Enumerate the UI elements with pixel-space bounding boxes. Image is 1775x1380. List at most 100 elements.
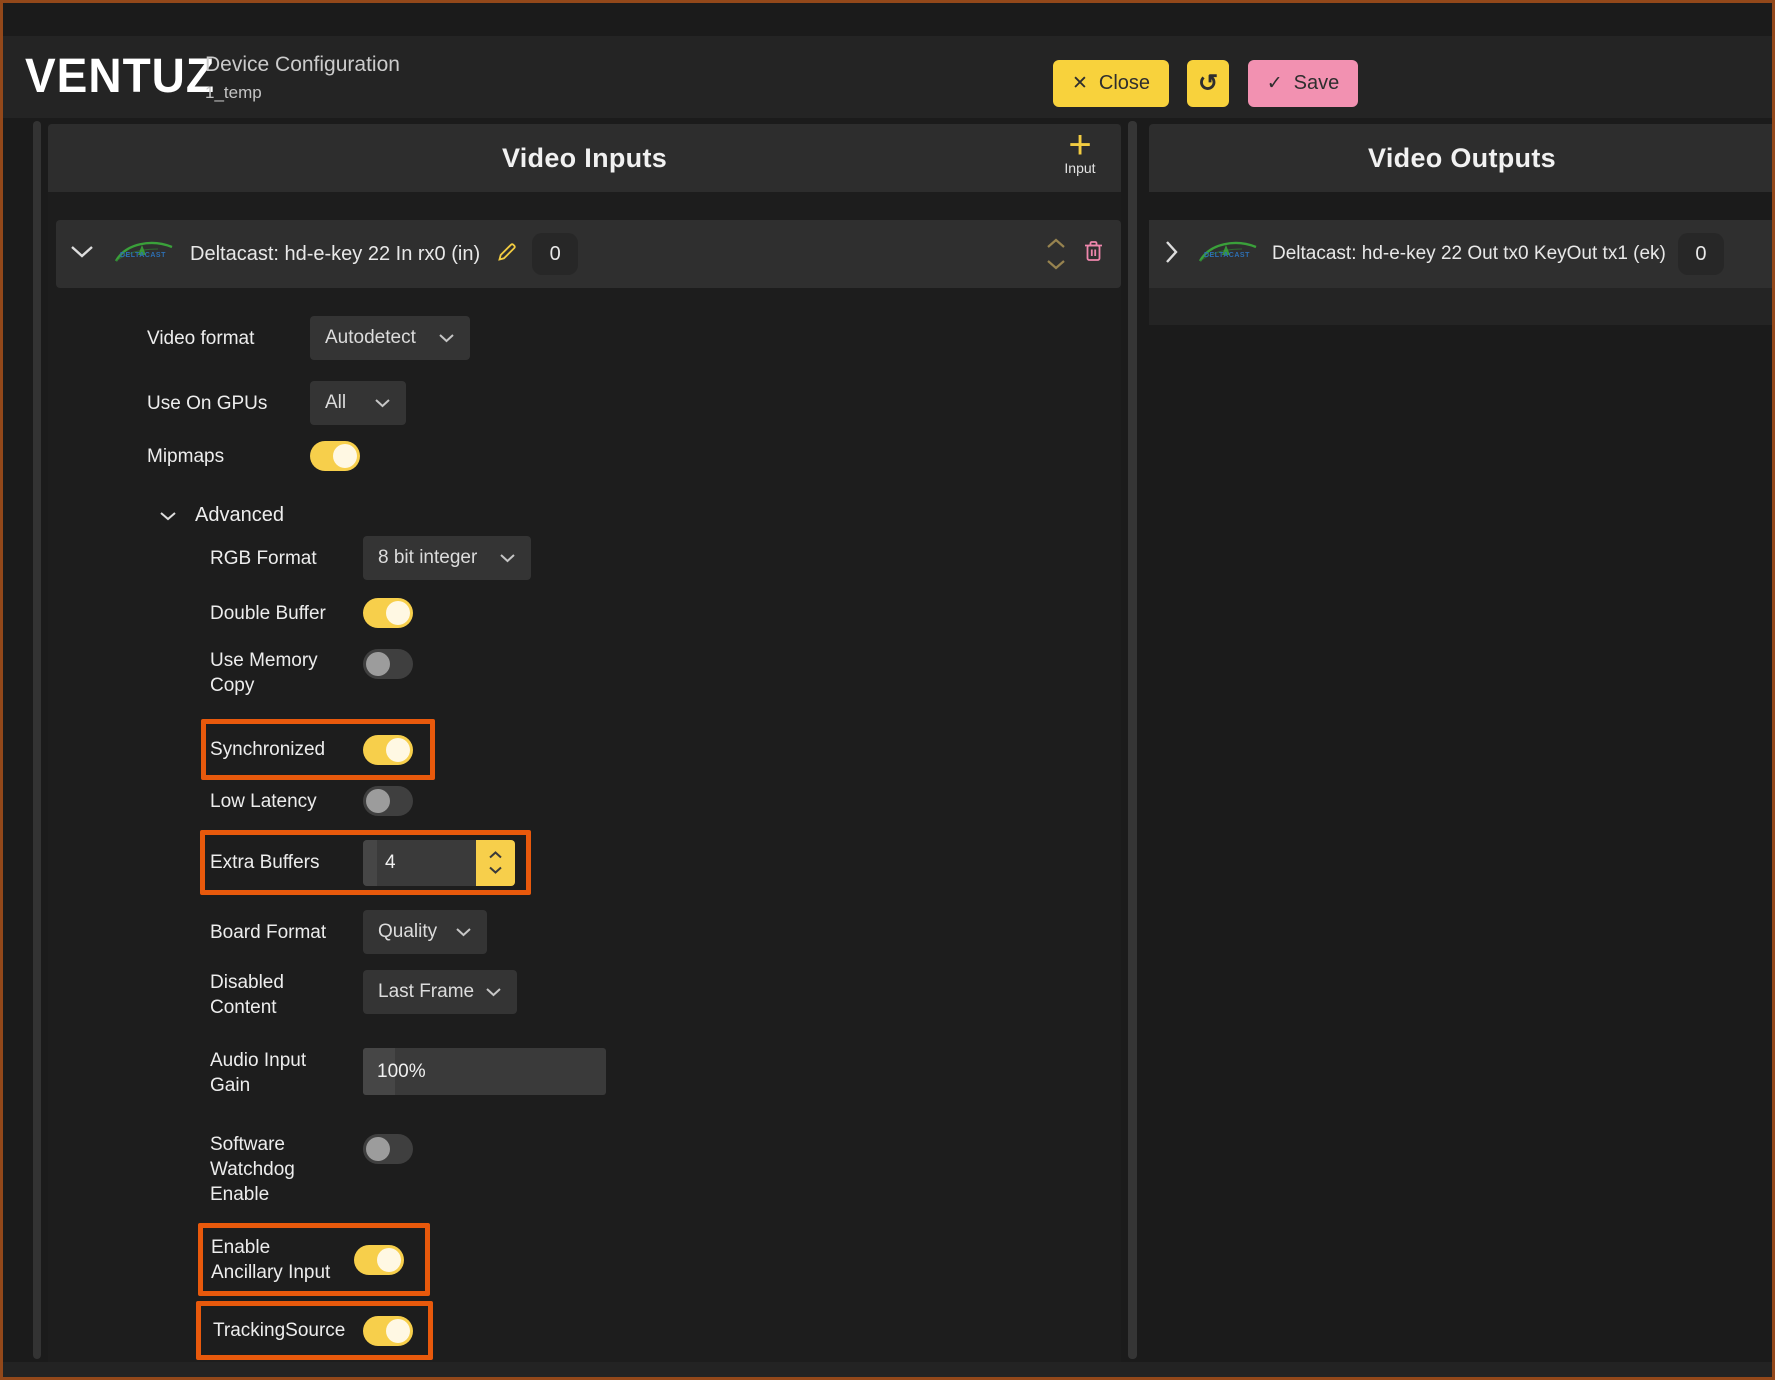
extra-buffers-input[interactable]: 4 <box>363 840 515 886</box>
save-button[interactable]: ✓ Save <box>1248 60 1358 107</box>
svg-text:DELTACAST: DELTACAST <box>1204 252 1250 259</box>
extra-buffers-value: 4 <box>385 852 396 874</box>
video-outputs-panel: Video Outputs DELTACAST Deltacast: hd-e-… <box>1149 124 1775 1365</box>
double-buffer-row: Double Buffer <box>210 598 413 628</box>
disabled-content-row: Disabled Content Last Frame <box>210 970 517 1020</box>
chevron-down-icon <box>159 511 177 521</box>
trash-icon <box>1082 239 1105 264</box>
video-format-select[interactable]: Autodetect <box>310 316 470 360</box>
advanced-section-toggle[interactable]: Advanced <box>159 503 284 528</box>
chevron-down-icon <box>438 333 455 343</box>
extra-buffers-label: Extra Buffers <box>210 850 363 875</box>
extra-buffers-highlight-box: Extra Buffers 4 <box>200 830 531 895</box>
bottom-bar <box>3 1362 1772 1377</box>
move-down-icon <box>1046 259 1066 270</box>
input-device-row[interactable]: DELTACAST Deltacast: hd-e-key 22 In rx0 … <box>56 220 1121 288</box>
low-latency-row: Low Latency <box>210 786 413 816</box>
reorder-arrows[interactable] <box>1046 238 1066 270</box>
video-inputs-panel: Video Inputs + Input DELTACAST Deltacast… <box>48 124 1121 1365</box>
board-format-row: Board Format Quality <box>210 910 487 954</box>
chevron-down-icon <box>485 987 502 997</box>
software-watchdog-label: Software Watchdog Enable <box>210 1132 310 1207</box>
audio-input-gain-field[interactable]: 100% <box>363 1048 606 1095</box>
save-button-label: Save <box>1294 72 1340 95</box>
disabled-content-label: Disabled Content <box>210 970 320 1020</box>
toggle-knob <box>377 1248 401 1272</box>
video-outputs-title: Video Outputs <box>1368 143 1556 174</box>
tracking-source-toggle[interactable] <box>363 1316 413 1346</box>
revert-button[interactable]: ↺ <box>1187 60 1229 107</box>
enable-ancillary-highlight-box: Enable Ancillary Input <box>198 1223 430 1296</box>
app-header: VENTUZ Device Configuration 1_temp ✕ Clo… <box>3 36 1772 118</box>
delete-input-button[interactable] <box>1082 239 1105 269</box>
field-accent-strip <box>363 840 377 886</box>
rgb-format-row: RGB Format 8 bit integer <box>210 536 531 580</box>
synchronized-toggle[interactable] <box>363 735 413 765</box>
audio-input-gain-value: 100% <box>377 1061 426 1083</box>
software-watchdog-row: Software Watchdog Enable <box>210 1132 413 1207</box>
rgb-format-label: RGB Format <box>210 546 363 571</box>
use-on-gpus-label: Use On GPUs <box>147 391 310 416</box>
synchronized-label: Synchronized <box>210 737 363 762</box>
chevron-down-icon <box>455 927 472 937</box>
check-icon: ✓ <box>1267 72 1283 95</box>
board-format-select[interactable]: Quality <box>363 910 487 954</box>
mipmaps-toggle[interactable] <box>310 441 360 471</box>
page-subtitle: 1_temp <box>205 83 262 103</box>
low-latency-label: Low Latency <box>210 789 363 814</box>
enable-ancillary-toggle[interactable] <box>354 1245 404 1275</box>
rgb-format-select[interactable]: 8 bit integer <box>363 536 531 580</box>
spin-up-icon <box>488 851 503 859</box>
device-configuration-window: VENTUZ Device Configuration 1_temp ✕ Clo… <box>0 0 1775 1380</box>
rgb-format-value: 8 bit integer <box>378 547 477 569</box>
advanced-label: Advanced <box>195 503 284 528</box>
double-buffer-label: Double Buffer <box>210 601 363 626</box>
enable-ancillary-label: Enable Ancillary Input <box>211 1235 333 1285</box>
use-on-gpus-select[interactable]: All <box>310 381 406 425</box>
use-memory-copy-row: Use Memory Copy <box>210 648 413 698</box>
close-button-label: Close <box>1099 72 1150 95</box>
add-input-button[interactable]: + Input <box>1049 127 1111 176</box>
audio-input-gain-row: Audio Input Gain 100% <box>210 1048 606 1098</box>
toggle-knob <box>386 1319 410 1343</box>
extra-buffers-spinner[interactable] <box>476 840 515 886</box>
toggle-knob <box>366 652 390 676</box>
toggle-knob <box>366 1137 390 1161</box>
collapse-chevron-icon[interactable] <box>70 245 94 263</box>
spin-down-icon <box>488 866 503 874</box>
software-watchdog-toggle[interactable] <box>363 1134 413 1164</box>
video-inputs-title: Video Inputs <box>502 143 667 174</box>
undo-arrow-icon: ↺ <box>1198 69 1218 98</box>
video-inputs-header: Video Inputs + Input <box>48 124 1121 192</box>
output-count-badge: 0 <box>1678 233 1724 275</box>
output-row-extension <box>1149 288 1775 325</box>
input-count-badge: 0 <box>532 233 578 275</box>
video-format-label: Video format <box>147 326 310 351</box>
move-up-icon <box>1046 238 1066 249</box>
board-format-label: Board Format <box>210 920 363 945</box>
add-input-label: Input <box>1049 160 1111 176</box>
svg-text:DELTACAST: DELTACAST <box>120 252 166 259</box>
deltacast-logo: DELTACAST <box>114 237 176 272</box>
ventuz-logo: VENTUZ <box>25 47 215 104</box>
audio-input-gain-label: Audio Input Gain <box>210 1048 320 1098</box>
rename-pencil-icon[interactable] <box>496 241 518 268</box>
mipmaps-row: Mipmaps <box>147 441 360 471</box>
close-button[interactable]: ✕ Close <box>1053 60 1169 107</box>
chevron-down-icon <box>499 553 516 563</box>
expand-chevron-icon[interactable] <box>1165 240 1178 269</box>
output-device-row[interactable]: DELTACAST Deltacast: hd-e-key 22 Out tx0… <box>1149 220 1775 288</box>
use-on-gpus-value: All <box>325 392 346 414</box>
board-format-value: Quality <box>378 921 437 943</box>
low-latency-toggle[interactable] <box>363 786 413 816</box>
left-scrollbar[interactable] <box>33 121 41 1359</box>
page-title: Device Configuration <box>205 53 400 77</box>
double-buffer-toggle[interactable] <box>363 598 413 628</box>
disabled-content-select[interactable]: Last Frame <box>363 970 517 1014</box>
chevron-down-icon <box>374 398 391 408</box>
inputs-panel-scrollbar[interactable] <box>1128 121 1137 1359</box>
tracking-source-label: TrackingSource <box>213 1318 363 1343</box>
use-memory-copy-label: Use Memory Copy <box>210 648 320 698</box>
use-memory-copy-toggle[interactable] <box>363 649 413 679</box>
mipmaps-label: Mipmaps <box>147 444 310 469</box>
